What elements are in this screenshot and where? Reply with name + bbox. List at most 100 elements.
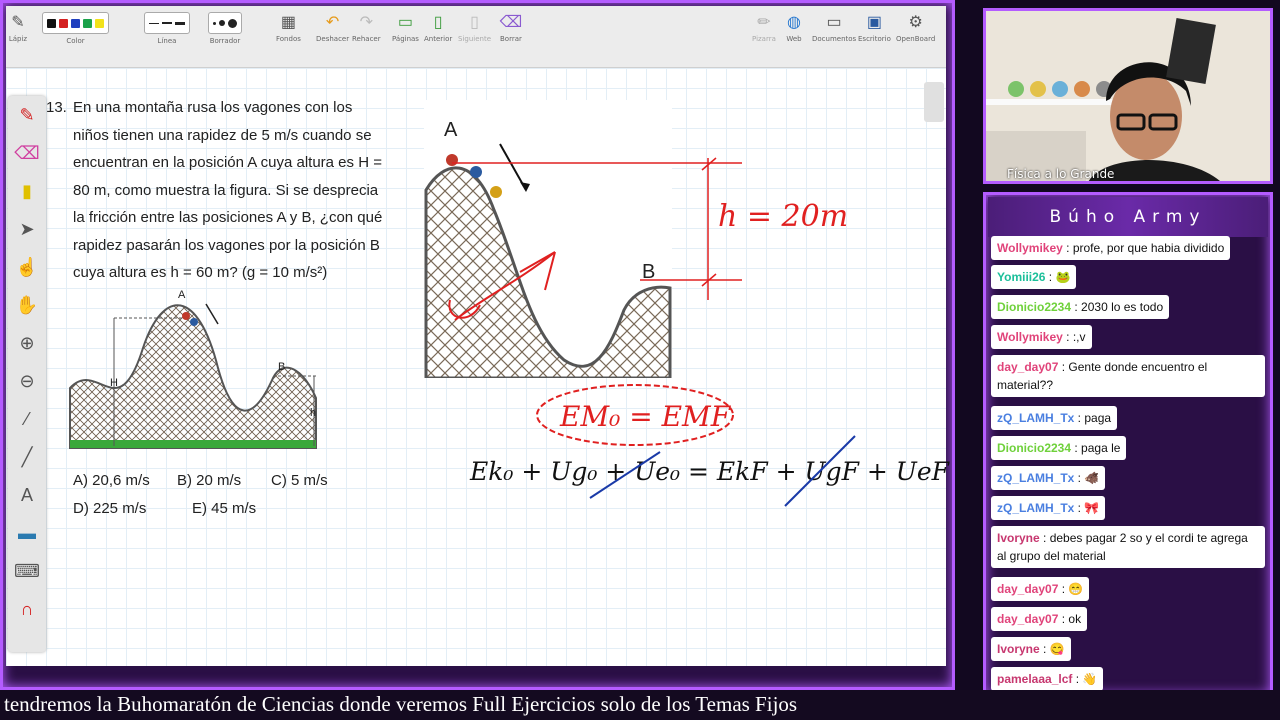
board-side-handle[interactable]: [924, 82, 944, 122]
chat-username: Ivoryne: [997, 642, 1040, 656]
color-red[interactable]: [59, 18, 68, 28]
tool-label: Páginas: [392, 35, 419, 43]
chat-username: Yomiii26: [997, 270, 1046, 284]
tool-label: Deshacer: [316, 35, 350, 43]
tool-label: OpenBoard: [896, 35, 936, 43]
chat-message: Yomiii26 : 🐸: [991, 265, 1077, 289]
roller-coaster-figure-small: A B H h: [69, 289, 318, 449]
tool-label: Anterior: [424, 35, 453, 43]
chat-username: zQ_LAMH_Tx: [997, 411, 1075, 425]
color-green[interactable]: [83, 18, 92, 28]
chat-message: Wollymikey : profe, por que habia dividi…: [991, 236, 1231, 260]
chat-message: zQ_LAMH_Tx : 🎀: [991, 496, 1106, 520]
tool-eraser[interactable]: Borrador: [208, 12, 242, 45]
problem-line: encuentran en la posición A cuya altura …: [73, 154, 382, 171]
tool-clear[interactable]: ⌫ Borrar: [499, 12, 523, 43]
tool-color[interactable]: Color: [42, 12, 109, 45]
option-d: D) 225 m/s: [73, 500, 147, 517]
roller-coaster-figure-large: A B: [424, 100, 672, 378]
tool-pages[interactable]: ▭ Páginas: [392, 12, 419, 43]
big-point-a-label: A: [444, 119, 458, 141]
tool-web[interactable]: ◍ Web: [784, 12, 804, 43]
gear-icon: ⚙: [908, 14, 923, 31]
chat-username: zQ_LAMH_Tx: [997, 471, 1075, 485]
zoom-out-icon[interactable]: ⊖: [8, 362, 46, 400]
tool-previous[interactable]: ▯ Anterior: [424, 12, 452, 43]
pen-tool-icon[interactable]: ✎: [8, 96, 46, 134]
selector-tool-icon[interactable]: ➤: [8, 210, 46, 248]
problem-line: la fricción entre las posiciones A y B, …: [73, 209, 383, 226]
chat-username: Wollymikey: [997, 330, 1063, 344]
tool-label: Siguiente: [458, 35, 492, 43]
globe-icon: ◍: [787, 14, 801, 31]
tool-undo[interactable]: ↶ Deshacer: [316, 12, 349, 43]
tool-openboard[interactable]: ⚙ OpenBoard: [896, 12, 935, 43]
color-swatches[interactable]: [42, 12, 109, 34]
magnet-icon[interactable]: ∩: [8, 590, 46, 628]
chat-message: Dionicio2234 : paga le: [991, 436, 1127, 460]
chat-text: paga: [1084, 411, 1112, 425]
chat-username: Dionicio2234: [997, 441, 1072, 455]
chat-message: Ivoryne : 😋: [991, 637, 1071, 661]
board-icon: ✏: [757, 14, 771, 31]
marker-tool-icon[interactable]: ▮: [8, 172, 46, 210]
clear-icon: ⌫: [499, 14, 523, 31]
tool-redo[interactable]: ↷ Rehacer: [352, 12, 381, 43]
chat-username: Dionicio2234: [997, 300, 1072, 314]
stream-screen: ✎ Lápiz Color Línea Borrador ▦ Fondos ↶ …: [0, 0, 1280, 720]
tool-label: Lápiz: [8, 35, 28, 43]
tool-backgrounds[interactable]: ▦ Fondos: [276, 12, 301, 43]
point-b-label: B: [278, 361, 285, 373]
tool-label: Rehacer: [352, 35, 381, 43]
chat-message: Dionicio2234 : 2030 lo es todo: [991, 295, 1170, 319]
problem-line: niños tienen una rapidez de 5 m/s cuando…: [73, 126, 372, 144]
eraser-size[interactable]: [208, 12, 242, 34]
desktop-icon: ▣: [866, 14, 882, 31]
interact-tool-icon[interactable]: ☝: [8, 248, 46, 286]
capture-tool-icon[interactable]: ▬: [8, 514, 46, 552]
chat-message: zQ_LAMH_Tx : paga: [991, 406, 1118, 430]
previous-page-icon: ▯: [433, 14, 443, 31]
text-tool-icon[interactable]: A: [8, 476, 46, 514]
line-tool-icon[interactable]: ╱: [8, 438, 46, 476]
undo-icon: ↶: [325, 14, 340, 31]
height-H-label: H: [110, 377, 118, 389]
tool-label: Escritorio: [858, 35, 891, 43]
color-blue[interactable]: [71, 18, 80, 28]
chat-username: Wollymikey: [997, 241, 1063, 255]
tool-line[interactable]: Línea: [144, 12, 190, 45]
chat-message: pamelaaa_lcf : 👋: [991, 667, 1104, 691]
color-yellow[interactable]: [95, 18, 104, 28]
hand-tool-icon[interactable]: ✋: [8, 286, 46, 324]
tool-label: Pizarra: [752, 35, 776, 43]
keyboard-icon[interactable]: ⌨: [8, 552, 46, 590]
zoom-in-icon[interactable]: ⊕: [8, 324, 46, 362]
color-black[interactable]: [47, 18, 56, 28]
webcam-feed: [983, 8, 1273, 184]
tool-desktop[interactable]: ▣ Escritorio: [858, 12, 891, 43]
option-a: A) 20,6 m/s: [73, 472, 150, 489]
tool-next[interactable]: ▯ Siguiente: [458, 12, 491, 43]
eraser-tool-icon[interactable]: ⌫: [8, 134, 46, 172]
chat-username: pamelaaa_lcf: [997, 672, 1073, 686]
problem-line: cuya altura es h = 60 m? (g = 10 m/s²): [73, 264, 328, 281]
problem-line: 80 m, como muestra la figura. Si se desp…: [73, 181, 379, 199]
tool-label: Fondos: [276, 35, 301, 43]
option-e: E) 45 m/s: [192, 500, 257, 517]
tool-pen[interactable]: ✎ Lápiz: [8, 12, 28, 43]
chat-username: zQ_LAMH_Tx: [997, 501, 1075, 515]
line-style[interactable]: [144, 12, 190, 34]
tool-label: Color: [66, 37, 85, 45]
laser-pointer-icon[interactable]: ⁄: [8, 400, 46, 438]
option-b: B) 20 m/s: [177, 472, 242, 489]
problem-number: 13.: [46, 99, 67, 116]
chat-username: day_day07: [997, 360, 1059, 374]
chat-text: :,v: [1072, 330, 1086, 344]
folder-icon: ▭: [826, 14, 842, 31]
tool-board[interactable]: ✏ Pizarra: [752, 12, 776, 43]
chat-text: 2030 lo es todo: [1081, 300, 1164, 314]
chat-emote: 👋: [1082, 672, 1098, 686]
chat-message: Wollymikey : :,v: [991, 325, 1092, 349]
redo-icon: ↷: [359, 14, 374, 31]
tool-documents[interactable]: ▭ Documentos: [812, 12, 856, 43]
